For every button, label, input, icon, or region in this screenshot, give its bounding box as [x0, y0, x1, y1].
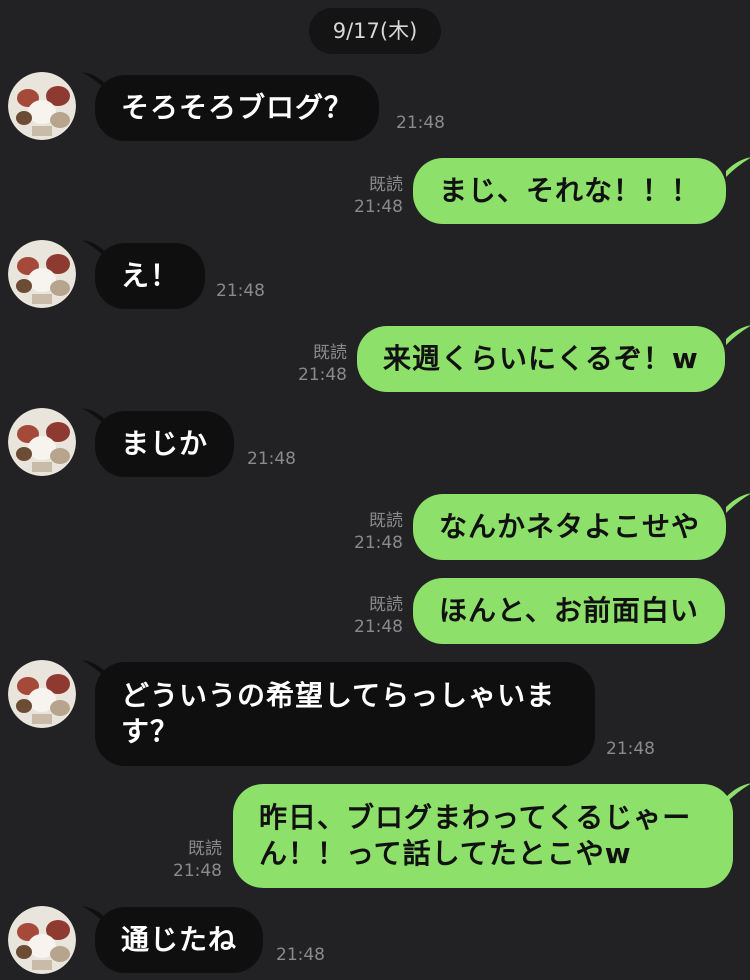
read-receipt: 既読 — [369, 511, 403, 531]
message-time: 21:48 — [173, 861, 222, 881]
message-time: 21:48 — [354, 617, 403, 637]
read-receipt: 既読 — [313, 343, 347, 363]
message-time: 21:48 — [606, 739, 655, 759]
message-bubble-incoming[interactable]: まじか — [95, 411, 235, 477]
message-bubble-incoming[interactable]: そろそろブログ？ — [95, 75, 380, 141]
message-bubble-outgoing[interactable]: 来週くらいにくるぞ！w — [357, 326, 725, 392]
message-bubble-incoming[interactable]: どういうの希望してらっしゃいます？ — [95, 662, 595, 766]
message-bubble-outgoing[interactable]: なんかネタよこせや — [413, 494, 727, 560]
chat-view: 9/17(木) そろそろブログ？ 21:48 既読 21:48 まじ、それな！！… — [0, 0, 750, 980]
message-bubble-incoming[interactable]: え！ — [95, 243, 206, 309]
avatar[interactable] — [8, 906, 76, 974]
read-receipt: 既読 — [369, 175, 403, 195]
avatar-photo-icon — [8, 72, 76, 140]
message-bubble-incoming[interactable]: 通じたね — [95, 907, 264, 973]
message-bubble-outgoing[interactable]: 昨日、ブログまわってくるじゃーん！！って話してたとこやw — [233, 784, 733, 888]
bubble-tail — [726, 493, 750, 513]
message-meta: 既読 21:48 — [354, 594, 403, 638]
message-time: 21:48 — [354, 197, 403, 217]
message-meta: 既読 21:48 — [298, 342, 347, 386]
avatar[interactable] — [8, 240, 76, 308]
message-time: 21:48 — [396, 113, 445, 133]
date-separator: 9/17(木) — [309, 8, 441, 54]
message-meta: 既読 21:48 — [354, 510, 403, 554]
message-bubble-outgoing[interactable]: まじ、それな！！！ — [413, 158, 727, 224]
read-receipt: 既読 — [188, 839, 222, 859]
message-time: 21:48 — [276, 945, 325, 965]
bubble-tail — [726, 325, 750, 345]
message-bubble-outgoing[interactable]: ほんと、お前面白い — [413, 578, 725, 644]
message-time: 21:48 — [247, 449, 296, 469]
avatar-photo-icon — [8, 660, 76, 728]
read-receipt: 既読 — [369, 595, 403, 615]
avatar[interactable] — [8, 72, 76, 140]
message-time: 21:48 — [354, 533, 403, 553]
avatar-photo-icon — [8, 240, 76, 308]
avatar[interactable] — [8, 408, 76, 476]
message-time: 21:48 — [216, 281, 265, 301]
avatar-photo-icon — [8, 408, 76, 476]
avatar-photo-icon — [8, 906, 76, 974]
message-time: 21:48 — [298, 365, 347, 385]
bubble-tail — [726, 783, 750, 803]
message-meta: 既読 21:48 — [354, 174, 403, 218]
bubble-tail — [726, 157, 750, 177]
message-meta: 既読 21:48 — [173, 838, 222, 882]
avatar[interactable] — [8, 660, 76, 728]
